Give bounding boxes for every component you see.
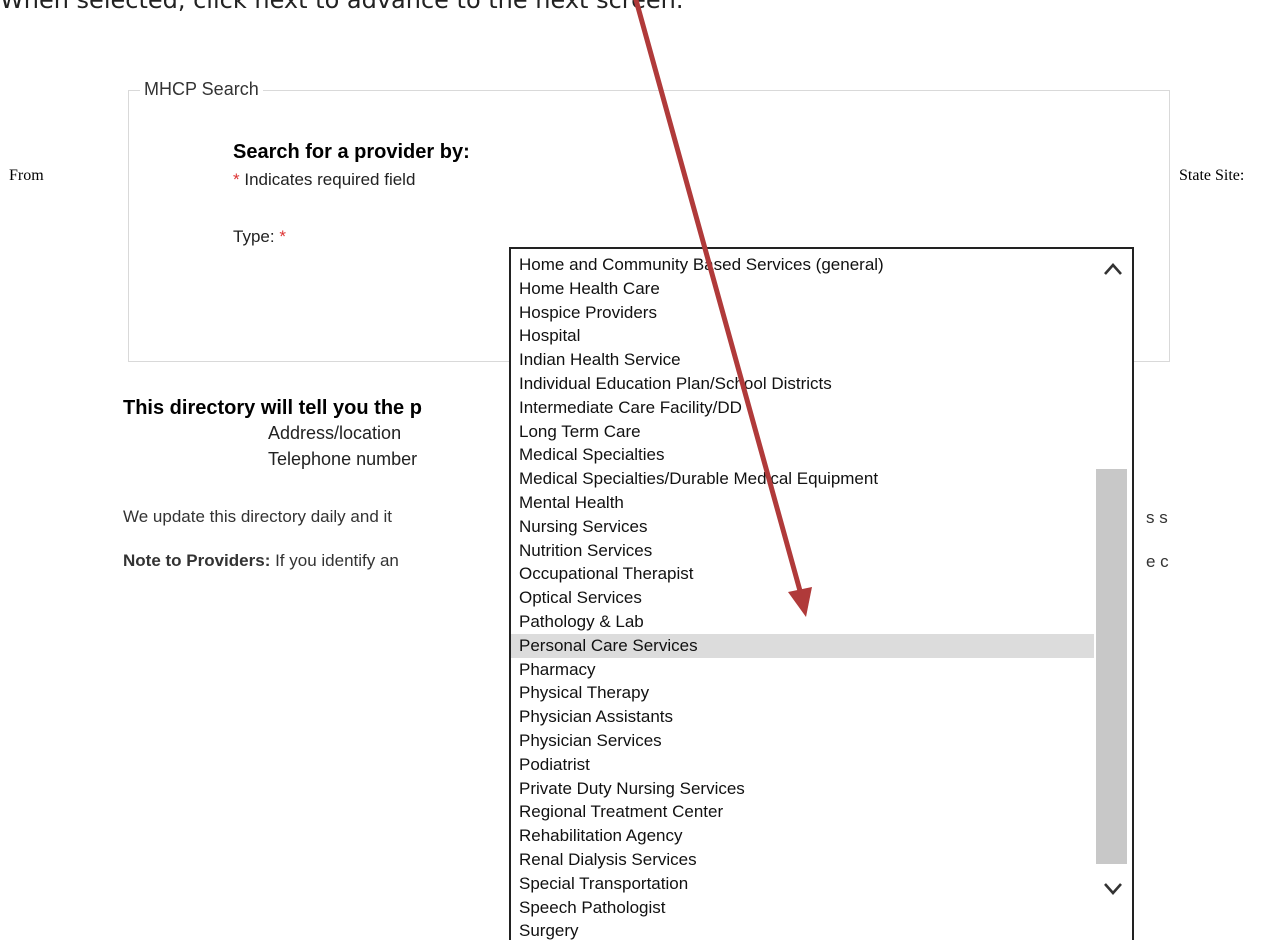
dropdown-option[interactable]: Pharmacy xyxy=(511,658,1094,682)
dropdown-option[interactable]: Pathology & Lab xyxy=(511,610,1094,634)
dropdown-option[interactable]: Rehabilitation Agency xyxy=(511,824,1094,848)
update-text: We update this directory daily and it xyxy=(123,507,392,526)
dropdown-option[interactable]: Private Duty Nursing Services xyxy=(511,777,1094,801)
directory-heading: This directory will tell you the p xyxy=(123,397,422,419)
dropdown-option[interactable]: Long Term Care xyxy=(511,420,1094,444)
note-text: If you identify an xyxy=(270,551,399,570)
type-label: Type: * xyxy=(233,227,286,247)
note-text-tail: e c xyxy=(1146,552,1169,571)
directory-item-address: Address/location xyxy=(268,423,402,443)
dropdown-option[interactable]: Special Transportation xyxy=(511,872,1094,896)
dropdown-option[interactable]: Hospital xyxy=(511,324,1094,348)
required-star: * xyxy=(233,170,240,189)
dropdown-option[interactable]: Intermediate Care Facility/DD xyxy=(511,396,1094,420)
dropdown-option[interactable]: Physician Assistants xyxy=(511,705,1094,729)
dropdown-option[interactable]: Physical Therapy xyxy=(511,681,1094,705)
chevron-up-icon[interactable] xyxy=(1094,249,1132,289)
type-label-text: Type: xyxy=(233,227,275,246)
dropdown-scrollbar[interactable] xyxy=(1094,249,1132,940)
dropdown-option[interactable]: Nursing Services xyxy=(511,515,1094,539)
instruction-text: When selected, click next to advance to … xyxy=(0,0,684,14)
dropdown-option[interactable]: Regional Treatment Center xyxy=(511,800,1094,824)
dropdown-option[interactable]: Occupational Therapist xyxy=(511,562,1094,586)
dropdown-option[interactable]: Indian Health Service xyxy=(511,348,1094,372)
chevron-down-icon[interactable] xyxy=(1094,869,1132,909)
dropdown-option[interactable]: Home and Community Based Services (gener… xyxy=(511,253,1094,277)
provider-type-dropdown-list[interactable]: Home and Community Based Services (gener… xyxy=(509,247,1134,940)
dropdown-option[interactable]: Renal Dialysis Services xyxy=(511,848,1094,872)
dropdown-option[interactable]: Speech Pathologist xyxy=(511,896,1094,920)
dropdown-option[interactable]: Surgery xyxy=(511,919,1094,940)
update-text-tail: s s xyxy=(1146,508,1168,527)
search-heading: Search for a provider by: xyxy=(233,141,470,163)
dropdown-option[interactable]: Medical Specialties xyxy=(511,443,1094,467)
dropdown-option[interactable]: Personal Care Services xyxy=(511,633,1094,658)
dropdown-option[interactable]: Physician Services xyxy=(511,729,1094,753)
required-note-text: Indicates required field xyxy=(244,170,416,189)
note-label: Note to Providers: xyxy=(123,551,271,570)
dropdown-option[interactable]: Hospice Providers xyxy=(511,301,1094,325)
dropdown-option[interactable]: Mental Health xyxy=(511,491,1094,515)
fieldset-legend: MHCP Search xyxy=(140,79,263,100)
directory-item-telephone: Telephone number xyxy=(268,449,418,469)
dropdown-option[interactable]: Optical Services xyxy=(511,586,1094,610)
dropdown-option[interactable]: Home Health Care xyxy=(511,277,1094,301)
dropdown-option[interactable]: Nutrition Services xyxy=(511,539,1094,563)
type-required-star: * xyxy=(279,227,286,246)
dropdown-option[interactable]: Podiatrist xyxy=(511,753,1094,777)
dropdown-option[interactable]: Medical Specialties/Durable Medical Equi… xyxy=(511,467,1094,491)
scroll-thumb[interactable] xyxy=(1096,469,1127,864)
side-note-state-site: State Site: xyxy=(1179,167,1245,184)
side-note-from: From xyxy=(9,167,44,184)
dropdown-option[interactable]: Individual Education Plan/School Distric… xyxy=(511,372,1094,396)
note-to-providers: Note to Providers: If you identify an xyxy=(123,551,399,571)
required-note: * Indicates required field xyxy=(233,170,415,190)
provider-type-options: Home and Community Based Services (gener… xyxy=(511,253,1094,940)
